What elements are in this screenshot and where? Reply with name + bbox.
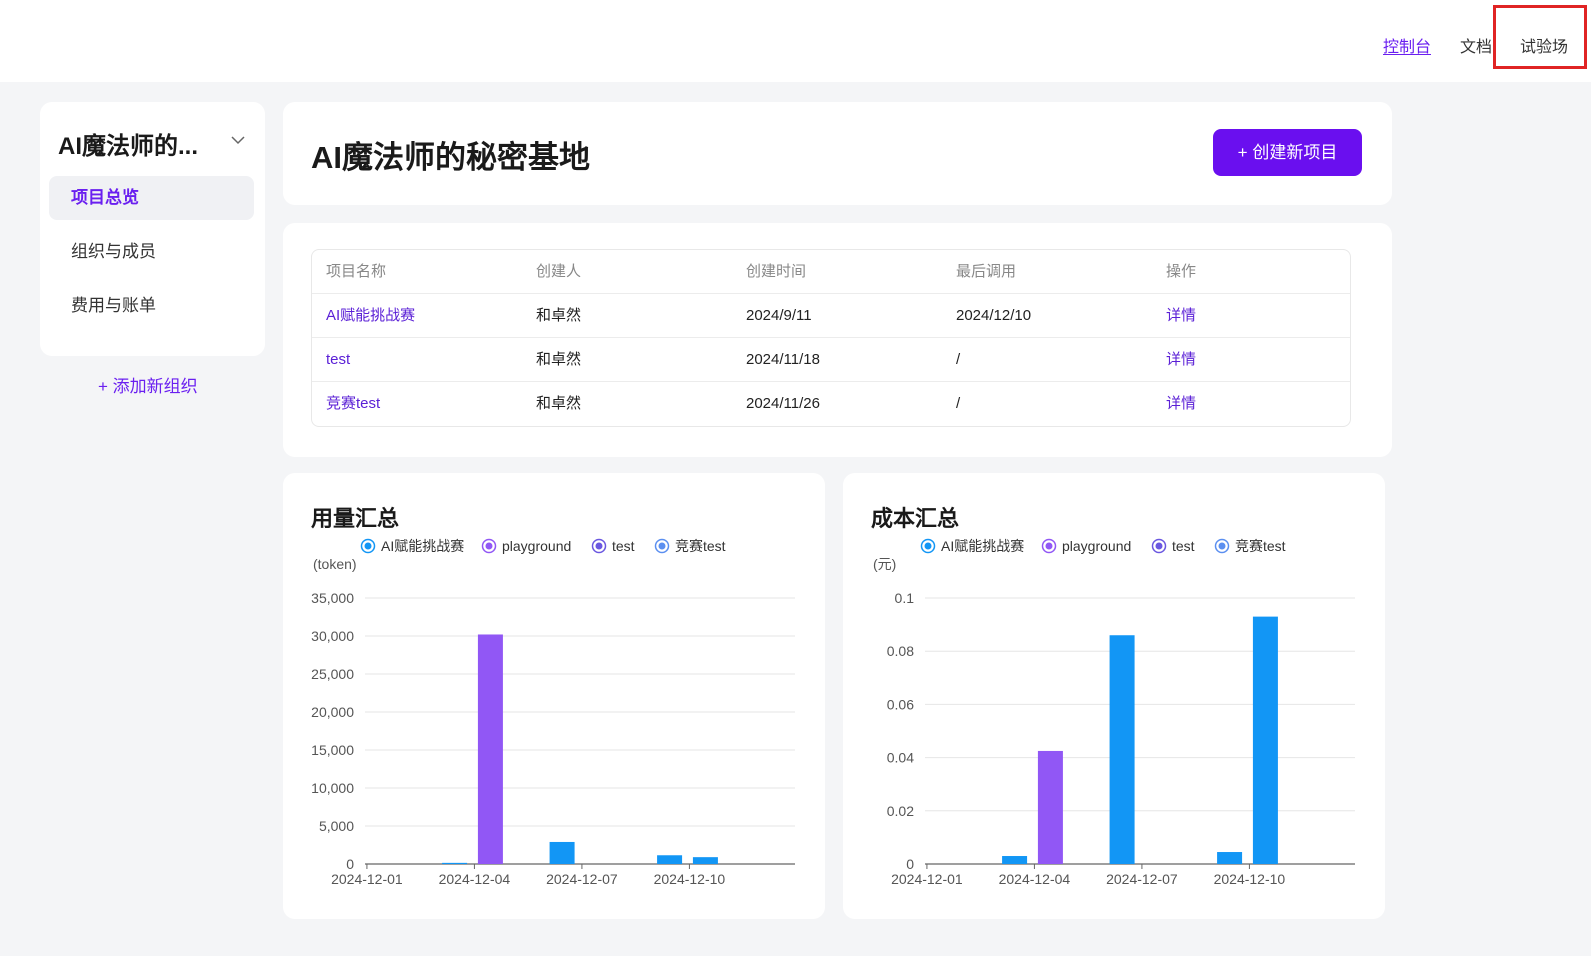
create-project-button[interactable]: + 创建新项目 <box>1213 129 1362 176</box>
chart-bar[interactable] <box>442 862 468 864</box>
project-created: 2024/9/11 <box>746 307 812 324</box>
col-action: 操作 <box>1166 263 1197 280</box>
x-tick-label: 2024-12-04 <box>999 871 1071 887</box>
y-tick-label: 0.1 <box>895 590 915 606</box>
chart-bar[interactable] <box>657 855 683 864</box>
project-last-call: / <box>956 351 961 368</box>
table-row: 竞赛test 和卓然 2024/11/26 / 详情 <box>312 382 1350 426</box>
chart-legend: AI赋能挑战赛 playground test 竞赛test <box>920 538 1286 554</box>
project-name-link[interactable]: AI赋能挑战赛 <box>326 294 415 338</box>
chart-bar[interactable] <box>692 857 718 864</box>
y-tick-label: 0 <box>906 856 914 872</box>
y-axis-label: (token) <box>313 556 357 572</box>
legend-label[interactable]: AI赋能挑战赛 <box>941 538 1024 554</box>
legend-label[interactable]: test <box>1172 538 1195 554</box>
chart-legend: AI赋能挑战赛 playground test 竞赛test <box>360 538 726 554</box>
y-tick-label: 10,000 <box>311 780 354 796</box>
col-created: 创建时间 <box>746 263 807 280</box>
projects-table: 项目名称 创建人 创建时间 最后调用 操作 AI赋能挑战赛 和卓然 2024/9… <box>311 249 1351 427</box>
sidebar-item-members[interactable]: 组织与成员 <box>49 230 254 274</box>
cost-chart-card: 成本汇总 AI赋能挑战赛 playground test 竞赛test (元) 0 0.02… <box>843 473 1385 919</box>
x-tick-label: 2024-12-10 <box>654 871 726 887</box>
legend-marker-dot <box>1218 542 1226 550</box>
chart-bar[interactable] <box>477 634 503 864</box>
table-row: AI赋能挑战赛 和卓然 2024/9/11 2024/12/10 详情 <box>312 294 1350 338</box>
project-last-call: / <box>956 395 961 412</box>
x-tick-label: 2024-12-07 <box>546 871 618 887</box>
chevron-down-icon[interactable] <box>230 132 246 148</box>
y-tick-label: 20,000 <box>311 704 354 720</box>
y-tick-label: 0.08 <box>887 643 914 659</box>
project-created: 2024/11/18 <box>746 351 820 368</box>
details-link[interactable]: 详情 <box>1166 338 1196 382</box>
x-tick-label: 2024-12-01 <box>331 871 403 887</box>
col-last-call: 最后调用 <box>956 263 1017 280</box>
legend-marker-dot <box>658 542 666 550</box>
sidebar-item-billing[interactable]: 费用与账单 <box>49 284 254 328</box>
chart-bar[interactable] <box>1217 852 1243 864</box>
highlight-box <box>1493 5 1587 69</box>
nav-docs[interactable]: 文档 <box>1460 33 1492 56</box>
usage-chart-card: 用量汇总 AI赋能挑战赛 playground test 竞赛test (token) 0… <box>283 473 825 919</box>
chart-bar[interactable] <box>549 841 575 864</box>
add-org-link[interactable]: + 添加新组织 <box>98 372 198 397</box>
y-tick-label: 0.06 <box>887 696 914 712</box>
x-tick-label: 2024-12-07 <box>1106 871 1178 887</box>
legend-marker-dot <box>1045 542 1053 550</box>
project-last-call: 2024/12/10 <box>956 307 1032 324</box>
header-card: AI魔法师的秘密基地 + 创建新项目 <box>283 102 1392 205</box>
page-title: AI魔法师的秘密基地 <box>311 140 590 175</box>
project-creator: 和卓然 <box>536 351 582 368</box>
legend-marker-dot <box>924 542 932 550</box>
nav-console[interactable]: 控制台 <box>1383 33 1432 56</box>
x-tick-label: 2024-12-10 <box>1214 871 1286 887</box>
y-tick-label: 5,000 <box>319 818 354 834</box>
project-creator: 和卓然 <box>536 307 582 324</box>
legend-label[interactable]: playground <box>1062 538 1131 554</box>
y-tick-label: 35,000 <box>311 590 354 606</box>
legend-label[interactable]: playground <box>502 538 571 554</box>
table-row: test 和卓然 2024/11/18 / 详情 <box>312 338 1350 382</box>
y-axis-label: (元) <box>873 556 896 572</box>
x-tick-label: 2024-12-04 <box>439 871 511 887</box>
cost-chart: AI赋能挑战赛 playground test 竞赛test (元) 0 0.02 0.04 0… <box>873 538 1355 887</box>
project-creator: 和卓然 <box>536 395 582 412</box>
legend-marker-dot <box>595 542 603 550</box>
y-tick-label: 0 <box>346 856 354 872</box>
y-tick-label: 0.02 <box>887 803 914 819</box>
details-link[interactable]: 详情 <box>1166 294 1196 338</box>
col-name: 项目名称 <box>326 263 387 280</box>
x-tick-label: 2024-12-01 <box>891 871 963 887</box>
y-tick-label: 30,000 <box>311 628 354 644</box>
chart-bar[interactable] <box>1109 635 1135 864</box>
table-header: 项目名称 创建人 创建时间 最后调用 操作 <box>312 250 1350 294</box>
legend-marker-dot <box>364 542 372 550</box>
legend-label[interactable]: 竞赛test <box>1235 538 1286 554</box>
top-bar: 控制台 文档 试验场 <box>0 0 1591 82</box>
project-created: 2024/11/26 <box>746 395 820 412</box>
legend-label[interactable]: test <box>612 538 635 554</box>
legend-label[interactable]: AI赋能挑战赛 <box>381 538 464 554</box>
y-tick-label: 25,000 <box>311 666 354 682</box>
sidebar: AI魔法师的... 项目总览 组织与成员 费用与账单 <box>40 102 265 356</box>
col-creator: 创建人 <box>536 263 582 280</box>
project-name-link[interactable]: test <box>326 338 350 382</box>
sidebar-item-overview[interactable]: 项目总览 <box>49 176 254 220</box>
chart-bar[interactable] <box>1002 856 1028 864</box>
details-link[interactable]: 详情 <box>1166 382 1196 426</box>
y-tick-label: 0.04 <box>887 750 914 766</box>
org-name[interactable]: AI魔法师的... <box>58 126 198 161</box>
y-tick-label: 15,000 <box>311 742 354 758</box>
legend-marker-dot <box>485 542 493 550</box>
chart-bar[interactable] <box>1252 616 1278 864</box>
project-name-link[interactable]: 竞赛test <box>326 382 380 426</box>
projects-card: 项目名称 创建人 创建时间 最后调用 操作 AI赋能挑战赛 和卓然 2024/9… <box>283 223 1392 457</box>
chart-bar[interactable] <box>1037 750 1063 864</box>
legend-label[interactable]: 竞赛test <box>675 538 726 554</box>
usage-chart: AI赋能挑战赛 playground test 竞赛test (token) 0 5,000… <box>311 538 795 887</box>
legend-marker-dot <box>1155 542 1163 550</box>
